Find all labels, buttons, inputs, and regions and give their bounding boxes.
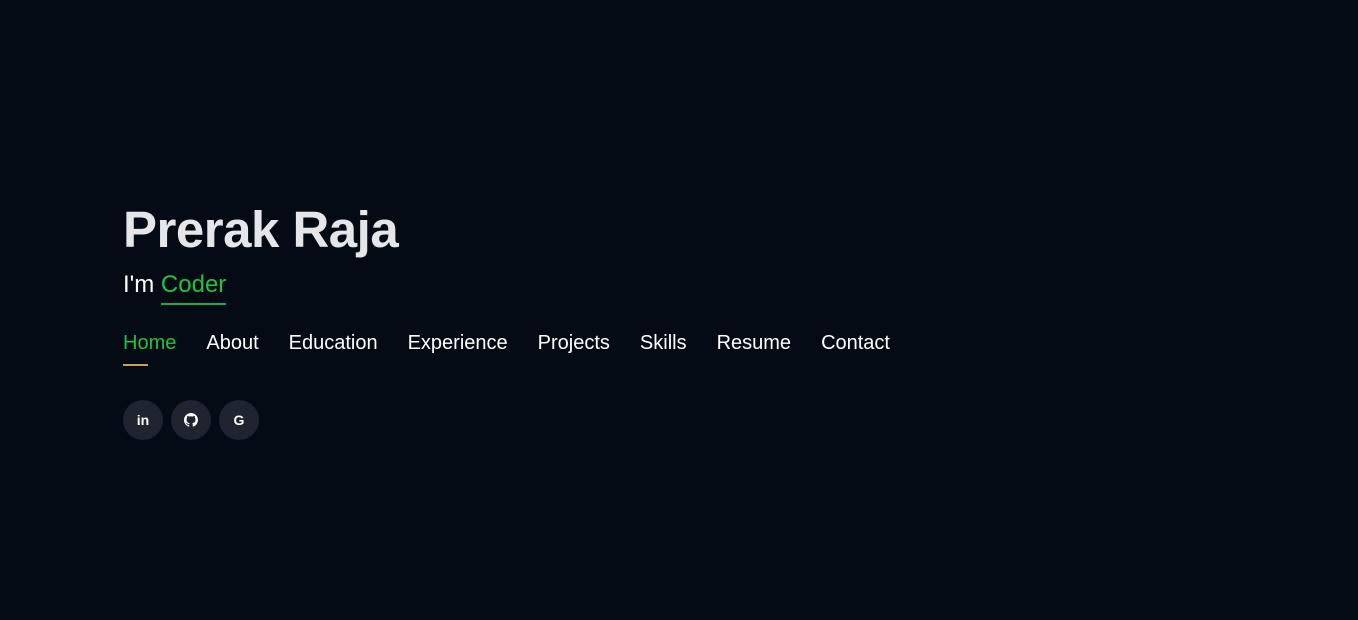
nav-item-home[interactable]: Home (123, 330, 176, 366)
google-icon: G (233, 412, 245, 428)
social-links: in G (123, 400, 1223, 440)
main-nav: Home About Education Experience Projects… (123, 330, 1223, 366)
nav-item-projects[interactable]: Projects (538, 330, 610, 366)
nav-item-experience[interactable]: Experience (408, 330, 508, 366)
google-button[interactable]: G (219, 400, 259, 440)
nav-item-education[interactable]: Education (289, 330, 378, 366)
linkedin-button[interactable]: in (123, 400, 163, 440)
hero-tagline: I'm Coder (123, 270, 1223, 306)
github-icon (184, 413, 198, 427)
tagline-prefix: I'm (123, 271, 155, 298)
nav-item-contact[interactable]: Contact (821, 330, 890, 366)
linkedin-icon: in (136, 412, 150, 428)
hero-name: Prerak Raja (123, 201, 399, 258)
nav-item-skills[interactable]: Skills (640, 330, 687, 366)
tagline-typed-text: Coder (160, 270, 227, 305)
hero-section: Prerak Raja I'm Coder Home About Educati… (123, 200, 1223, 440)
github-button[interactable] (171, 400, 211, 440)
nav-item-about[interactable]: About (206, 330, 258, 366)
nav-item-resume[interactable]: Resume (717, 330, 791, 366)
